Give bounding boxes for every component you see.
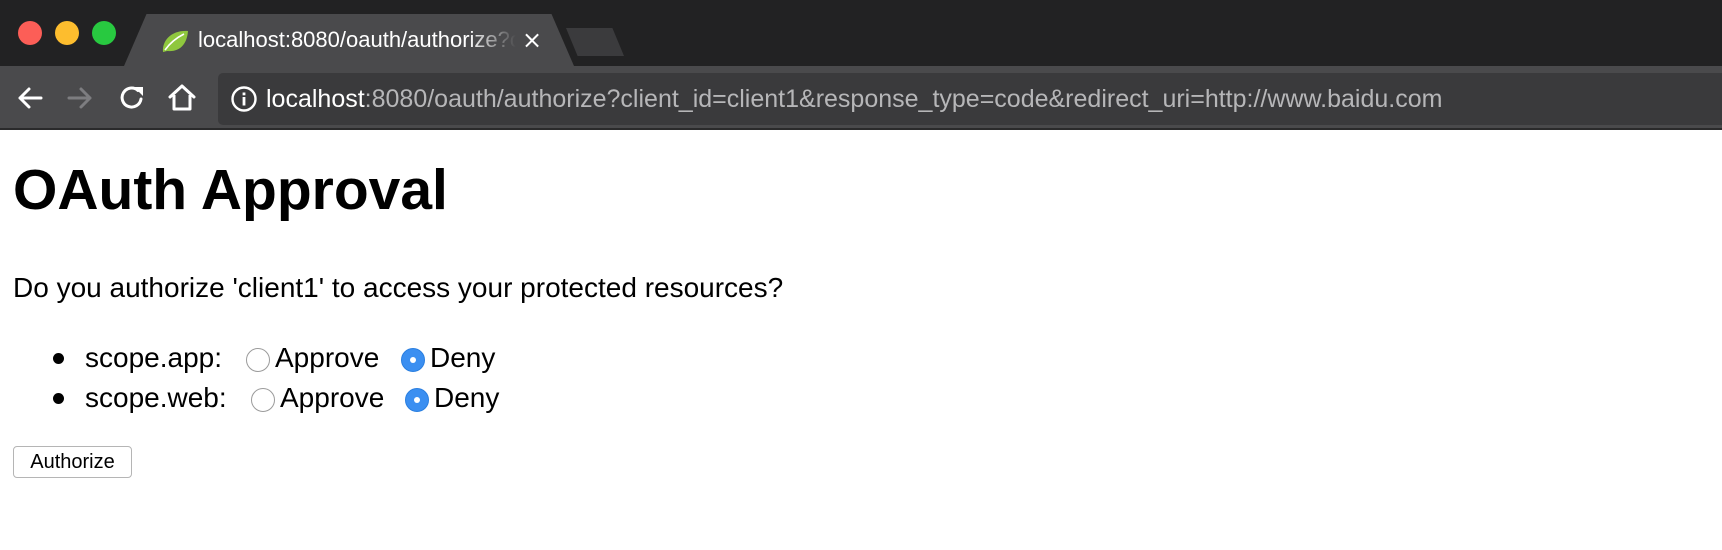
url-host: localhost <box>266 85 365 113</box>
home-icon[interactable] <box>166 82 198 114</box>
approve-label[interactable]: Approve <box>275 338 379 378</box>
back-icon[interactable] <box>14 82 46 114</box>
authorize-button[interactable]: Authorize <box>13 446 132 478</box>
scope-name: scope.web: <box>85 382 227 413</box>
deny-label[interactable]: Deny <box>434 378 499 418</box>
page-content: OAuth Approval Do you authorize 'client1… <box>0 130 1722 550</box>
info-icon[interactable] <box>230 85 258 113</box>
deny-label[interactable]: Deny <box>430 338 495 378</box>
page-title: OAuth Approval <box>13 158 448 222</box>
tab-title: localhost:8080/oauth/authorize?client_id… <box>198 27 516 52</box>
url-path: :8080/oauth/authorize?client_id=client1&… <box>364 85 1443 113</box>
scope-web-approve-radio[interactable] <box>251 388 275 412</box>
reload-icon[interactable] <box>116 82 148 114</box>
close-icon[interactable]: × <box>520 26 544 54</box>
browser-tab-strip: localhost:8080/oauth/authorize?client_id… <box>0 0 1722 66</box>
authorization-question: Do you authorize 'client1' to access you… <box>13 272 784 303</box>
address-bar[interactable]: localhost:8080/oauth/authorize?client_id… <box>218 73 1722 125</box>
forward-icon[interactable] <box>64 82 96 114</box>
minimize-window-button[interactable] <box>55 21 79 45</box>
close-window-button[interactable] <box>18 21 42 45</box>
browser-toolbar: localhost:8080/oauth/authorize?client_id… <box>0 66 1722 130</box>
spring-leaf-icon <box>160 28 190 54</box>
approve-label[interactable]: Approve <box>280 378 384 418</box>
scope-web-deny-radio[interactable] <box>405 388 429 412</box>
bullet-icon <box>53 353 64 364</box>
scope-app-deny-radio[interactable] <box>401 348 425 372</box>
url-text: localhost:8080/oauth/authorize?client_id… <box>266 83 1442 115</box>
bullet-icon <box>53 393 64 404</box>
zoom-window-button[interactable] <box>92 21 116 45</box>
scope-app-approve-radio[interactable] <box>246 348 270 372</box>
new-tab-button[interactable] <box>566 28 624 56</box>
scope-name: scope.app: <box>85 342 222 373</box>
